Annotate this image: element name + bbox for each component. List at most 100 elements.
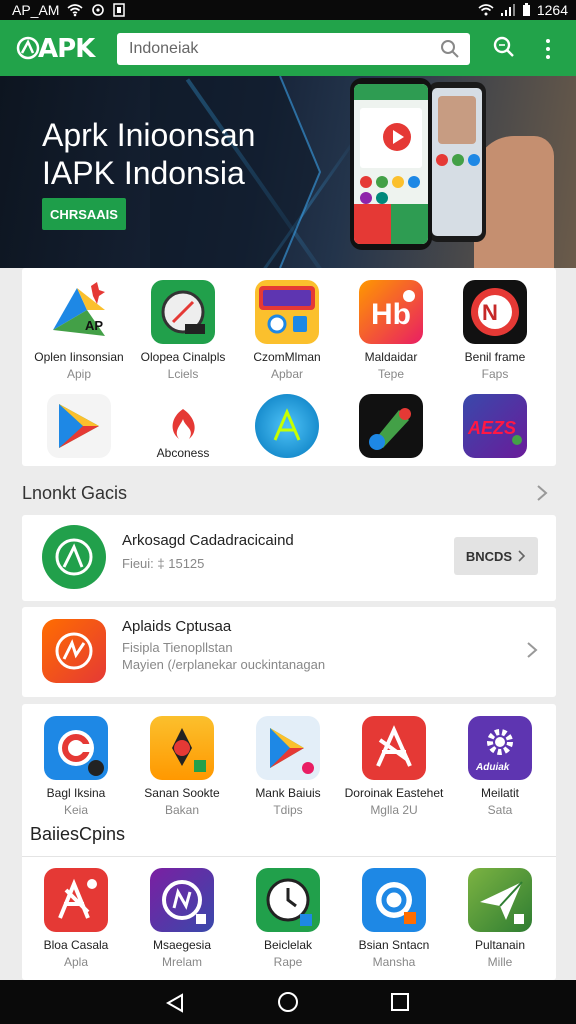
app-bar: APK [0,20,576,76]
chevron-right-icon[interactable] [526,641,538,659]
app-name: Bloa Casala [43,938,109,952]
app-icon [44,716,108,780]
wifi-icon [67,4,83,17]
search-input[interactable] [117,33,417,65]
app-subtitle: Mrelam [161,955,202,969]
back-icon[interactable] [164,992,186,1014]
chevron-right-icon[interactable] [536,484,548,502]
app-tile[interactable] [27,394,131,464]
alz-icon-label: AEZS [467,418,516,438]
app-subtitle: Keia [63,803,89,817]
search-box[interactable] [117,33,470,65]
app-tile[interactable]: Beiclelak Rape [236,868,340,969]
app-subtitle: Bakan [164,803,200,817]
app-icon [255,280,319,344]
adujak-icon-label: Aduiak [475,762,510,773]
app-tile[interactable]: Bagl Iksina Keia [24,716,128,817]
install-button-label: BNCDS [465,548,513,564]
app-subtitle: Mansha [372,955,416,969]
app-icon [359,394,423,458]
google-play-icon [47,394,111,458]
app-icon [362,716,426,780]
app-tile[interactable]: Doroinak Eastehet Mglla 2U [342,716,446,817]
wifi-signal-icon [478,4,494,16]
app-tile[interactable]: Bloa Casala Apla [24,868,128,969]
app-subtitle: Tdips [273,803,303,817]
logo-mark-icon [16,36,40,60]
list-item-description: Mayien (/erplanekar ouckintanagan [122,657,326,672]
chevron-right-icon [518,550,526,562]
app-subtitle: Faps [481,367,509,381]
list-item-title: Arkosagd Cadadracicaind [122,532,294,549]
app-icon [255,394,319,458]
app-icon [150,716,214,780]
list-item-subtitle: Fieui: ‡ 15125 [122,556,205,571]
phone-front-illustration [350,78,432,250]
app-icon [151,280,215,344]
app-tile[interactable]: N Benil frame Faps [443,280,547,381]
app-name: Msaegesia [152,938,212,952]
sync-icon [92,4,105,16]
install-button[interactable]: BNCDS [454,537,538,575]
section-title: Lnonkt Gacis [22,483,128,503]
app-tile[interactable] [339,394,443,464]
app-name: Doroinak Eastehet [344,786,444,800]
app-name: Beiclelak [263,938,313,952]
promo-banner[interactable]: Aprk Inioonsan IAPK Indonsia CHRSAAIS [0,76,576,268]
maldaidar-icon-label: Hb [371,298,411,331]
list-item[interactable]: Aplaids Cptusaa Fisipla Tienopllstan May… [22,607,556,697]
banner-title: Aprk Inioonsan IAPK Indonsia [42,116,255,192]
app-tile[interactable] [235,394,339,464]
list-item-subtitle: Fisipla Tienopllstan [122,640,233,655]
app-tile[interactable]: Aduiak Meilatit Sata [448,716,552,817]
app-tile[interactable]: Pultanain Mille [448,868,552,969]
app-icon: N [463,280,527,344]
app-tile[interactable]: Hb Maldaidar Tepe [339,280,443,381]
notification-icon [113,3,126,17]
app-name: Pultanain [474,938,526,952]
featured-apps-card: AP Oplen Iinsonsian Apip Olopea Cinalpls… [22,268,556,466]
app-subtitle: Apla [63,955,89,969]
app-subtitle: Tepe [377,367,405,381]
app-subtitle: Lciels [167,367,199,381]
app-tile[interactable]: Msaegesia Mrelam [130,868,234,969]
status-left-text: AP_AM [12,2,60,18]
app-subtitle: Rape [273,955,303,969]
app-tile[interactable]: Bsian Sntacn Mansha [342,868,446,969]
app-name: Oplen Iinsonsian [34,350,124,364]
home-icon[interactable] [277,991,299,1013]
banner-cta-button[interactable]: CHRSAAIS [42,198,126,230]
logo-text: APK [38,34,95,64]
apps-grid-card: Bagl Iksina Keia Sanan Sookte Bakan Mank… [22,704,556,980]
app-name: Abconess [156,446,210,460]
apk-logo[interactable]: APK [16,34,95,64]
app-icon [150,868,214,932]
app-name: Bsian Sntacn [358,938,430,952]
app-tile[interactable]: Sanan Sookte Bakan [130,716,234,817]
app-tile[interactable]: Abconess [131,394,235,460]
more-options-icon[interactable] [538,36,558,62]
app-subtitle: Sata [487,803,513,817]
send-icon [468,868,532,932]
list-item[interactable]: Arkosagd Cadadracicaind Fieui: ‡ 15125 B… [22,515,556,601]
recents-icon[interactable] [390,992,410,1012]
banner-title-line1: Aprk Inioonsan [42,117,256,153]
search-icon[interactable] [440,39,460,59]
app-subtitle: Apbar [270,367,304,381]
app-icon [362,868,426,932]
phone-back-illustration [428,82,486,242]
app-name: Benil frame [464,350,526,364]
app-tile[interactable]: AEZS [443,394,547,464]
app-icon [44,868,108,932]
system-nav-bar [0,980,576,1024]
app-tile[interactable]: Mank Baiuis Tdips [236,716,340,817]
google-play-icon [256,716,320,780]
app-icon: AEZS [463,394,527,458]
app-tile[interactable]: CzomMlman Apbar [235,280,339,381]
hand-illustration [474,136,554,268]
app-tile[interactable]: Olopea Cinalpls Lciels [131,280,235,381]
header-search-icon[interactable] [492,35,516,59]
list-item-title: Aplaids Cptusaa [122,618,232,635]
apk-icon-label: AP [85,318,103,333]
app-tile[interactable]: AP Oplen Iinsonsian Apip [27,280,131,381]
